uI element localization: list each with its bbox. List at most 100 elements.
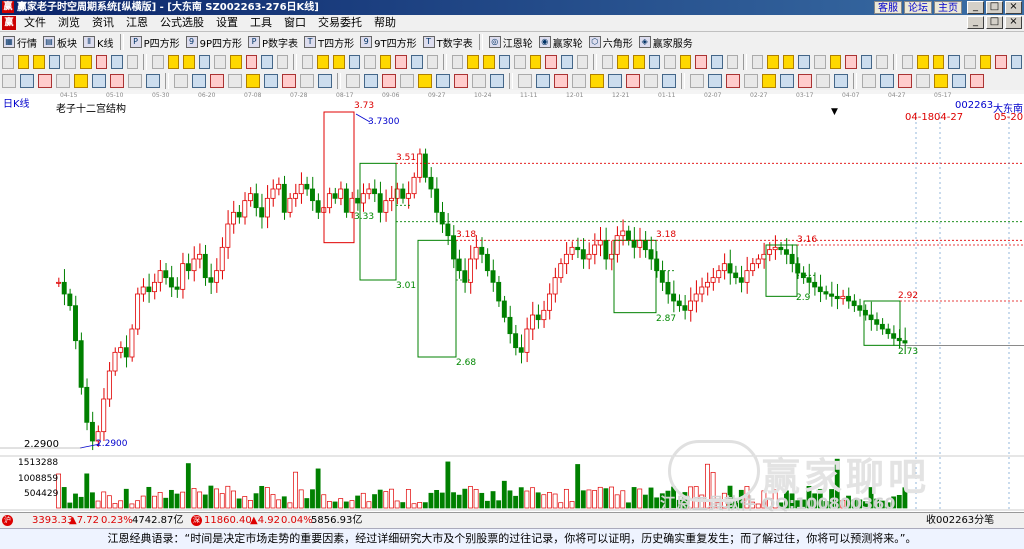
tool-icon[interactable] [644, 74, 658, 88]
tool-icon[interactable] [128, 74, 142, 88]
tool-icon[interactable] [348, 55, 361, 69]
tool-icon[interactable] [514, 55, 526, 69]
tool-icon[interactable] [426, 55, 439, 69]
tool-icon[interactable] [880, 74, 894, 88]
homepage-link[interactable]: 主页 [934, 1, 962, 14]
menu-gann[interactable]: 江恩 [120, 15, 154, 31]
menu-browse[interactable]: 浏览 [52, 15, 86, 31]
tool-icon[interactable] [744, 74, 758, 88]
tool-icon[interactable] [952, 74, 966, 88]
tool-icon[interactable] [560, 55, 573, 69]
tool-icon[interactable] [995, 55, 1007, 69]
tool-icon[interactable] [590, 74, 604, 88]
tool-icon[interactable] [192, 74, 206, 88]
tool-icon[interactable] [964, 55, 976, 69]
tool-icon[interactable] [726, 55, 739, 69]
tick-detail-link[interactable]: 收002263分笔 [926, 514, 994, 527]
tool-icon[interactable] [554, 74, 568, 88]
tool-icon[interactable] [626, 74, 640, 88]
menu-trade[interactable]: 交易委托 [312, 15, 368, 31]
tool-icon[interactable] [246, 74, 260, 88]
toolbar-btn-kline[interactable]: ⫴ K线 [80, 33, 117, 51]
tool-icon[interactable] [411, 55, 423, 69]
toolbar-btn-pnum[interactable]: P P数字表 [245, 33, 301, 51]
tool-icon[interactable] [917, 55, 929, 69]
tool-icon[interactable] [829, 55, 842, 69]
tool-icon[interactable] [245, 55, 258, 69]
tool-icon[interactable] [662, 74, 676, 88]
tool-icon[interactable] [679, 55, 692, 69]
tool-icon[interactable] [979, 55, 992, 69]
tool-icon[interactable] [454, 74, 468, 88]
tool-icon[interactable] [282, 74, 296, 88]
menu-news[interactable]: 资讯 [86, 15, 120, 31]
tool-icon[interactable] [762, 74, 776, 88]
tool-icon[interactable] [300, 74, 314, 88]
tool-icon[interactable] [970, 74, 984, 88]
tool-icon[interactable] [898, 74, 912, 88]
toolbar-btn-9t-square[interactable]: 9 9T四方形 [357, 33, 419, 51]
tool-icon[interactable] [536, 74, 550, 88]
tool-icon[interactable] [726, 74, 740, 88]
tool-icon[interactable] [490, 74, 504, 88]
tool-icon[interactable] [48, 55, 61, 69]
tool-icon[interactable] [916, 74, 930, 88]
toolbar-btn-9p-square[interactable]: 9 9P四方形 [183, 33, 245, 51]
tool-icon[interactable] [845, 55, 857, 69]
tool-icon[interactable] [382, 74, 396, 88]
tool-icon[interactable] [64, 55, 76, 69]
tool-icon[interactable] [436, 74, 450, 88]
tool-icon[interactable] [276, 55, 289, 69]
tool-icon[interactable] [151, 55, 164, 69]
tool-icon[interactable] [834, 74, 848, 88]
tool-icon[interactable] [379, 55, 392, 69]
tool-icon[interactable] [860, 55, 873, 69]
tool-icon[interactable] [146, 74, 160, 88]
tool-icon[interactable] [400, 74, 414, 88]
tool-icon[interactable] [710, 55, 723, 69]
tool-icon[interactable] [690, 74, 704, 88]
forum-link[interactable]: 论坛 [904, 1, 932, 14]
tool-icon[interactable] [664, 55, 676, 69]
tool-icon[interactable] [92, 74, 106, 88]
tool-icon[interactable] [695, 55, 707, 69]
tool-icon[interactable] [20, 74, 34, 88]
tool-icon[interactable] [901, 55, 914, 69]
toolbar-btn-hexagon[interactable]: ⬡ 六角形 [586, 33, 636, 51]
tool-icon[interactable] [767, 55, 779, 69]
tool-icon[interactable] [608, 74, 622, 88]
tool-icon[interactable] [529, 55, 542, 69]
tool-icon[interactable] [395, 55, 408, 69]
tool-icon[interactable] [617, 55, 629, 69]
index2-icon[interactable]: 深 [191, 514, 202, 527]
tool-icon[interactable] [56, 74, 70, 88]
menu-logo-icon[interactable]: 赢 [2, 16, 16, 30]
tool-icon[interactable] [264, 74, 278, 88]
menu-tools[interactable]: 工具 [244, 15, 278, 31]
tool-icon[interactable] [2, 74, 16, 88]
menu-file[interactable]: 文件 [18, 15, 52, 31]
menu-settings[interactable]: 设置 [210, 15, 244, 31]
toolbar-btn-gann-wheel[interactable]: ◎ 江恩轮 [486, 33, 536, 51]
tool-icon[interactable] [498, 55, 511, 69]
tool-icon[interactable] [467, 55, 479, 69]
mdi-minimize-button[interactable]: _ [967, 16, 984, 29]
tool-icon[interactable] [780, 74, 794, 88]
tool-icon[interactable] [33, 55, 45, 69]
tool-icon[interactable] [79, 55, 92, 69]
tool-icon[interactable] [74, 74, 88, 88]
tool-icon[interactable] [934, 74, 948, 88]
toolbar-btn-grid[interactable]: ▦ 行情 [0, 33, 40, 51]
toolbar-btn-winner-wheel[interactable]: ◉ 赢家轮 [536, 33, 586, 51]
tool-icon[interactable] [708, 74, 722, 88]
tool-icon[interactable] [261, 55, 273, 69]
tool-icon[interactable] [418, 74, 432, 88]
maximize-button[interactable]: □ [986, 1, 1003, 14]
tool-icon[interactable] [472, 74, 486, 88]
tool-icon[interactable] [814, 55, 826, 69]
mdi-close-button[interactable]: × [1005, 16, 1022, 29]
tool-icon[interactable] [317, 55, 330, 69]
toolbar-btn-service[interactable]: ◈ 赢家服务 [636, 33, 696, 51]
menu-window[interactable]: 窗口 [278, 15, 312, 31]
tool-icon[interactable] [95, 55, 108, 69]
